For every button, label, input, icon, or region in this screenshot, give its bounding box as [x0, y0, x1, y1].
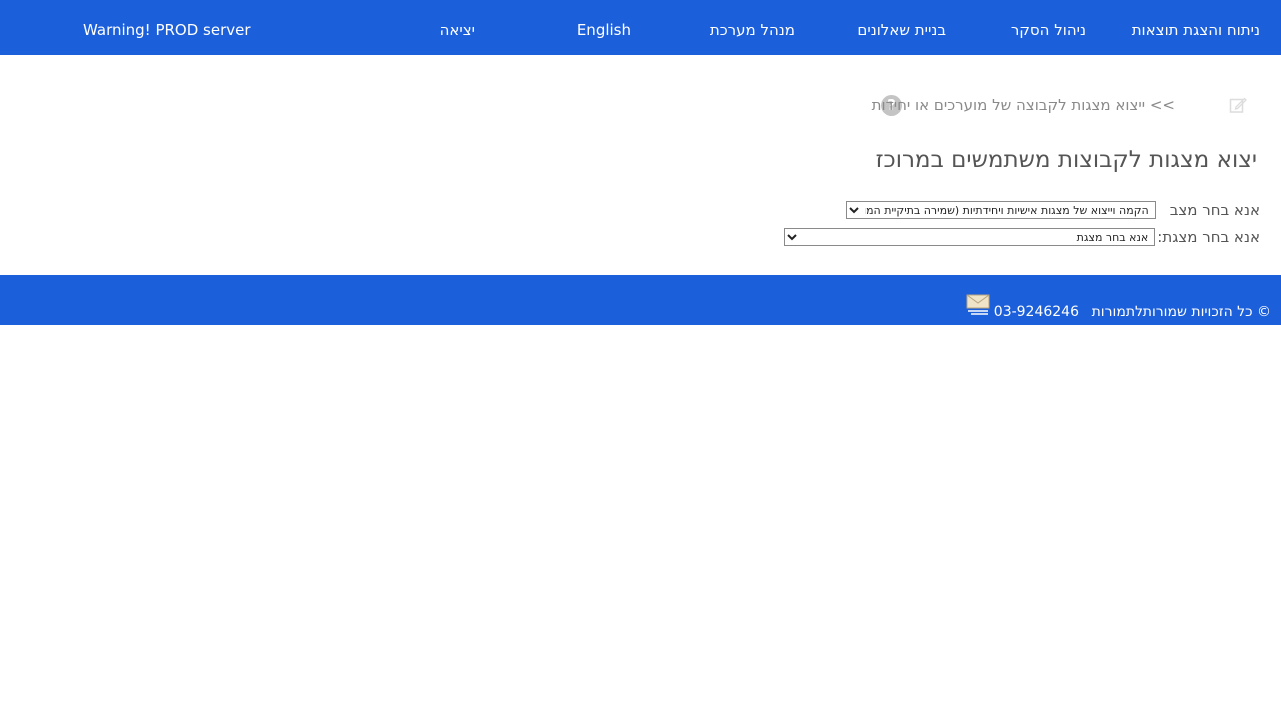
mode-select[interactable]: הקמה וייצוא של מצגות אישיות ויחידתיות (ש…	[845, 201, 1156, 219]
breadcrumb-link[interactable]: >> ייצוא מצגות לקבוצה של מוערכים או יחיד…	[872, 96, 1175, 114]
top-navigation-bar: ניתוח והצגת תוצאות ניהול הסקר בניית שאלו…	[0, 0, 1281, 55]
footer-copyright: © כל הזכויות שמורות	[1142, 304, 1271, 320]
nav-logout[interactable]: יציאה	[440, 20, 475, 40]
display-row: אנא בחר מצגת: אנא בחר מצגת	[784, 227, 1260, 247]
prod-server-warning: Warning! PROD server	[83, 21, 251, 39]
footer-support-label: לתמורות	[1091, 304, 1143, 320]
display-label: אנא בחר מצגת:	[1157, 228, 1260, 246]
footer-phone: 03-9246246	[993, 304, 1079, 320]
footer: © כל הזכויות שמורות לתמורות 03-9246246	[0, 275, 1281, 325]
mode-label: אנא בחר מצב	[1169, 201, 1260, 219]
nav-english[interactable]: English	[577, 20, 631, 40]
edit-icon[interactable]	[1229, 96, 1247, 114]
nav-survey-management[interactable]: ניהול הסקר	[1011, 20, 1086, 40]
envelope-icon[interactable]	[966, 294, 990, 316]
nav-analysis-results[interactable]: ניתוח והצגת תוצאות	[1132, 20, 1260, 40]
nav-questionnaire-builder[interactable]: בניית שאלונים	[857, 20, 946, 40]
nav-system-admin[interactable]: מנהל מערכת	[710, 20, 795, 40]
mode-row: אנא בחר מצב הקמה וייצוא של מצגות אישיות …	[845, 200, 1260, 220]
page-title: יצוא מצגות לקבוצות משתמשים במרוכז	[875, 147, 1257, 173]
breadcrumb: ? >> ייצוא מצגות לקבוצה של מוערכים או יח…	[0, 95, 1281, 119]
display-select[interactable]: אנא בחר מצגת	[784, 228, 1156, 246]
